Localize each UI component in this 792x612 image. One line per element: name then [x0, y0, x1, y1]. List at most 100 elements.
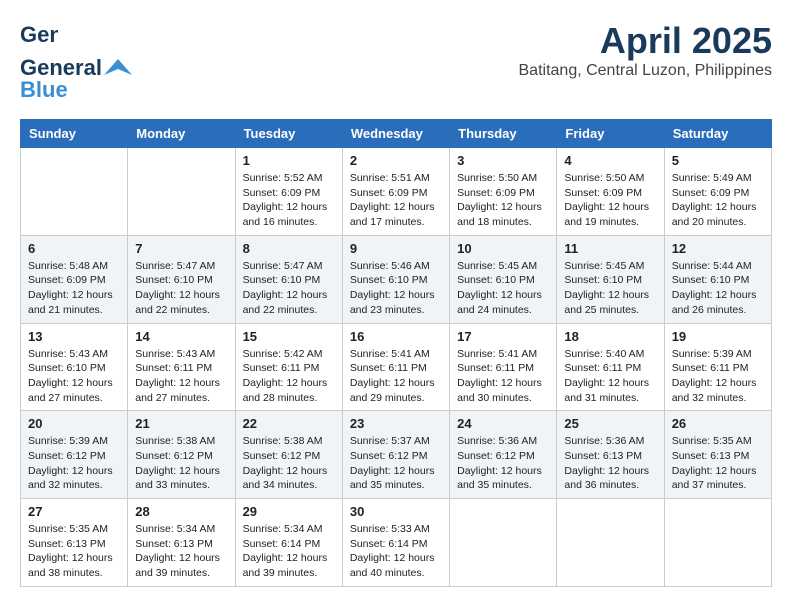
sunrise-label: Sunrise: 5:35 AM [28, 523, 108, 535]
day-number: 9 [350, 241, 442, 256]
sunrise-label: Sunrise: 5:45 AM [564, 260, 644, 272]
day-number: 1 [243, 153, 335, 168]
day-info: Sunrise: 5:34 AMSunset: 6:13 PMDaylight:… [135, 522, 227, 581]
day-info: Sunrise: 5:42 AMSunset: 6:11 PMDaylight:… [243, 347, 335, 406]
day-info: Sunrise: 5:50 AMSunset: 6:09 PMDaylight:… [457, 171, 549, 230]
weekday-header: Thursday [450, 120, 557, 148]
calendar-week-row: 27 Sunrise: 5:35 AM Sunset: 6:13 PM Dayligh… [21, 499, 772, 587]
sunset-label: Sunset: 6:12 PM [457, 450, 535, 462]
day-number: 4 [564, 153, 656, 168]
daylight-label: Daylight: 12 hours and 26 minutes. [672, 289, 757, 316]
daylight-label: Daylight: 12 hours and 31 minutes. [564, 377, 649, 404]
calendar-header-row: SundayMondayTuesdayWednesdayThursdayFrid… [21, 120, 772, 148]
daylight-label: Daylight: 12 hours and 23 minutes. [350, 289, 435, 316]
calendar-cell: 17Sunrise: 5:41 AMSunset: 6:11 PMDayligh… [450, 323, 557, 411]
day-info: Sunrise: 5:48 AMSunset: 6:09 PMDaylight:… [28, 259, 120, 318]
day-number: 3 [457, 153, 549, 168]
weekday-header: Saturday [664, 120, 771, 148]
daylight-label: Daylight: 12 hours and 16 minutes. [243, 201, 328, 228]
day-number: 18 [564, 329, 656, 344]
sunset-label: Sunset: 6:13 PM [672, 450, 750, 462]
daylight-label: Daylight: 12 hours and 38 minutes. [28, 552, 113, 579]
calendar-cell: 2Sunrise: 5:51 AMSunset: 6:09 PMDaylight… [342, 148, 449, 236]
daylight-label: Daylight: 12 hours and 19 minutes. [564, 201, 649, 228]
daylight-label: Daylight: 12 hours and 34 minutes. [243, 465, 328, 492]
day-number: 15 [243, 329, 335, 344]
calendar-cell: 27 Sunrise: 5:35 AM Sunset: 6:13 PM Dayligh… [21, 499, 128, 587]
day-info: Sunrise: 5:47 AMSunset: 6:10 PMDaylight:… [135, 259, 227, 318]
sunrise-label: Sunrise: 5:43 AM [135, 348, 215, 360]
sunrise-label: Sunrise: 5:36 AM [457, 435, 537, 447]
sunset-label: Sunset: 6:09 PM [457, 187, 535, 199]
calendar-cell: 1Sunrise: 5:52 AMSunset: 6:09 PMDaylight… [235, 148, 342, 236]
sunset-label: Sunset: 6:11 PM [135, 362, 212, 374]
logo-line2: Blue [20, 77, 68, 103]
sunrise-label: Sunrise: 5:37 AM [350, 435, 430, 447]
weekday-header: Wednesday [342, 120, 449, 148]
day-number: 20 [28, 416, 120, 431]
day-info: Sunrise: 5:51 AMSunset: 6:09 PMDaylight:… [350, 171, 442, 230]
sunset-label: Sunset: 6:11 PM [350, 362, 427, 374]
day-number: 29 [243, 504, 335, 519]
day-info: Sunrise: 5:39 AMSunset: 6:12 PMDaylight:… [28, 434, 120, 493]
sunset-label: Sunset: 6:10 PM [28, 362, 106, 374]
day-info: Sunrise: 5:40 AMSunset: 6:11 PMDaylight:… [564, 347, 656, 406]
sunset-label: Sunset: 6:12 PM [350, 450, 428, 462]
day-number: 11 [564, 241, 656, 256]
calendar-cell [128, 148, 235, 236]
daylight-label: Daylight: 12 hours and 27 minutes. [135, 377, 220, 404]
sunrise-label: Sunrise: 5:45 AM [457, 260, 537, 272]
calendar-cell: 21Sunrise: 5:38 AMSunset: 6:12 PMDayligh… [128, 411, 235, 499]
calendar-cell: 28 Sunrise: 5:34 AMSunset: 6:13 PMDayligh… [128, 499, 235, 587]
title-area: April 2025 Batitang, Central Luzon, Phil… [519, 20, 773, 80]
sunset-label: Sunset: 6:09 PM [564, 187, 642, 199]
day-number: 8 [243, 241, 335, 256]
sunrise-label: Sunrise: 5:41 AM [350, 348, 430, 360]
daylight-label: Daylight: 12 hours and 35 minutes. [457, 465, 542, 492]
daylight-label: Daylight: 12 hours and 40 minutes. [350, 552, 435, 579]
day-number: 27 [28, 504, 120, 519]
day-number: 19 [672, 329, 764, 344]
daylight-label: Daylight: 12 hours and 30 minutes. [457, 377, 542, 404]
calendar-week-row: 1Sunrise: 5:52 AMSunset: 6:09 PMDaylight… [21, 148, 772, 236]
day-info: Sunrise: 5:35 AMSunset: 6:13 PMDaylight:… [672, 434, 764, 493]
day-info: Sunrise: 5:45 AMSunset: 6:10 PMDaylight:… [564, 259, 656, 318]
calendar-cell [664, 499, 771, 587]
sunset-label: Sunset: 6:11 PM [243, 362, 320, 374]
sunrise-label: Sunrise: 5:46 AM [350, 260, 430, 272]
daylight-label: Daylight: 12 hours and 25 minutes. [564, 289, 649, 316]
day-number: 22 [243, 416, 335, 431]
sunrise-label: Sunrise: 5:34 AM [135, 523, 215, 535]
sunrise-label: Sunrise: 5:34 AM [243, 523, 323, 535]
sunrise-label: Sunrise: 5:39 AM [672, 348, 752, 360]
calendar-cell: 7Sunrise: 5:47 AMSunset: 6:10 PMDaylight… [128, 235, 235, 323]
sunset-label: Sunset: 6:13 PM [28, 538, 106, 550]
daylight-label: Daylight: 12 hours and 37 minutes. [672, 465, 757, 492]
sunset-label: Sunset: 6:09 PM [350, 187, 428, 199]
sunset-label: Sunset: 6:12 PM [135, 450, 213, 462]
daylight-label: Daylight: 12 hours and 20 minutes. [672, 201, 757, 228]
day-info: Sunrise: 5:43 AMSunset: 6:10 PMDaylight:… [28, 347, 120, 406]
day-info: Sunrise: 5:37 AM Sunset: 6:12 PM Daylight:… [350, 434, 442, 493]
daylight-label: Daylight: 12 hours and 29 minutes. [350, 377, 435, 404]
day-number: 6 [28, 241, 120, 256]
daylight-label: Daylight: 12 hours and 35 minutes. [350, 465, 435, 492]
sunrise-label: Sunrise: 5:39 AM [28, 435, 108, 447]
calendar-cell: 4 Sunrise: 5:50 AMSunset: 6:09 PMDaylight… [557, 148, 664, 236]
weekday-header: Tuesday [235, 120, 342, 148]
sunrise-label: Sunrise: 5:38 AM [135, 435, 215, 447]
day-number: 5 [672, 153, 764, 168]
day-info: Sunrise: 5:44 AMSunset: 6:10 PMDaylight:… [672, 259, 764, 318]
calendar-week-row: 6 Sunrise: 5:48 AMSunset: 6:09 PMDaylight… [21, 235, 772, 323]
day-info: Sunrise: 5:50 AMSunset: 6:09 PMDaylight:… [564, 171, 656, 230]
daylight-label: Daylight: 12 hours and 22 minutes. [135, 289, 220, 316]
sunset-label: Sunset: 6:11 PM [672, 362, 749, 374]
sunrise-label: Sunrise: 5:38 AM [243, 435, 323, 447]
day-number: 28 [135, 504, 227, 519]
daylight-label: Daylight: 12 hours and 27 minutes. [28, 377, 113, 404]
subtitle: Batitang, Central Luzon, Philippines [519, 62, 773, 80]
sunset-label: Sunset: 6:11 PM [457, 362, 534, 374]
calendar-cell: 14Sunrise: 5:43 AMSunset: 6:11 PMDayligh… [128, 323, 235, 411]
sunset-label: Sunset: 6:11 PM [564, 362, 641, 374]
sunrise-label: Sunrise: 5:47 AM [243, 260, 323, 272]
